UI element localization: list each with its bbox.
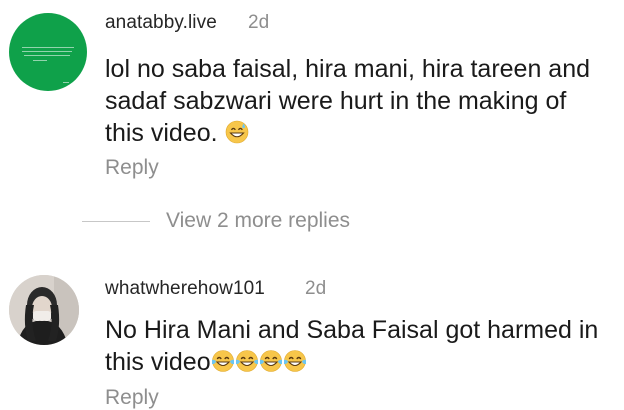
- user-avatar[interactable]: [9, 275, 79, 345]
- comment-text-line: this video: [105, 346, 620, 378]
- comment-timestamp: 2d: [248, 12, 270, 33]
- view-more-replies[interactable]: View 2 more replies: [0, 208, 624, 238]
- tears-of-joy-emoji-icon: [211, 349, 235, 373]
- comment-username[interactable]: anatabby.live: [105, 12, 217, 34]
- grinning-sweat-emoji-icon: [225, 120, 249, 144]
- comment-text-line-end: this video.: [105, 119, 218, 147]
- tears-of-joy-emoji-icon: [259, 349, 283, 373]
- comment-timestamp: 2d: [305, 278, 327, 299]
- comment-text: lol no saba faisal, hira mani, hira tare…: [105, 53, 620, 149]
- comment-text-line-end: this video: [105, 348, 211, 376]
- comment-username[interactable]: whatwherehow101: [105, 278, 265, 300]
- comment-text-line: No Hira Mani and Saba Faisal got harmed …: [105, 316, 599, 344]
- comment-text-line: sadaf sabzwari were hurt in the making o…: [105, 87, 567, 115]
- comment-text: No Hira Mani and Saba Faisal got harmed …: [105, 314, 620, 378]
- replies-divider-line: [82, 221, 150, 222]
- comment-text-line: lol no saba faisal, hira mani, hira tare…: [105, 55, 591, 83]
- reply-button[interactable]: Reply: [105, 156, 159, 180]
- tears-of-joy-emoji-icon: [235, 349, 259, 373]
- reply-button[interactable]: Reply: [105, 386, 159, 410]
- user-avatar[interactable]: [9, 13, 87, 91]
- comment-item: anatabby.live 2d lol no saba faisal, hir…: [0, 0, 624, 200]
- comment-item: whatwherehow101 2d No Hira Mani and Saba…: [0, 264, 624, 410]
- profile-photo-icon: [9, 275, 79, 345]
- tears-of-joy-emoji-icon: [283, 349, 307, 373]
- comment-text-line: this video.: [105, 117, 620, 149]
- view-more-replies-label[interactable]: View 2 more replies: [166, 209, 350, 233]
